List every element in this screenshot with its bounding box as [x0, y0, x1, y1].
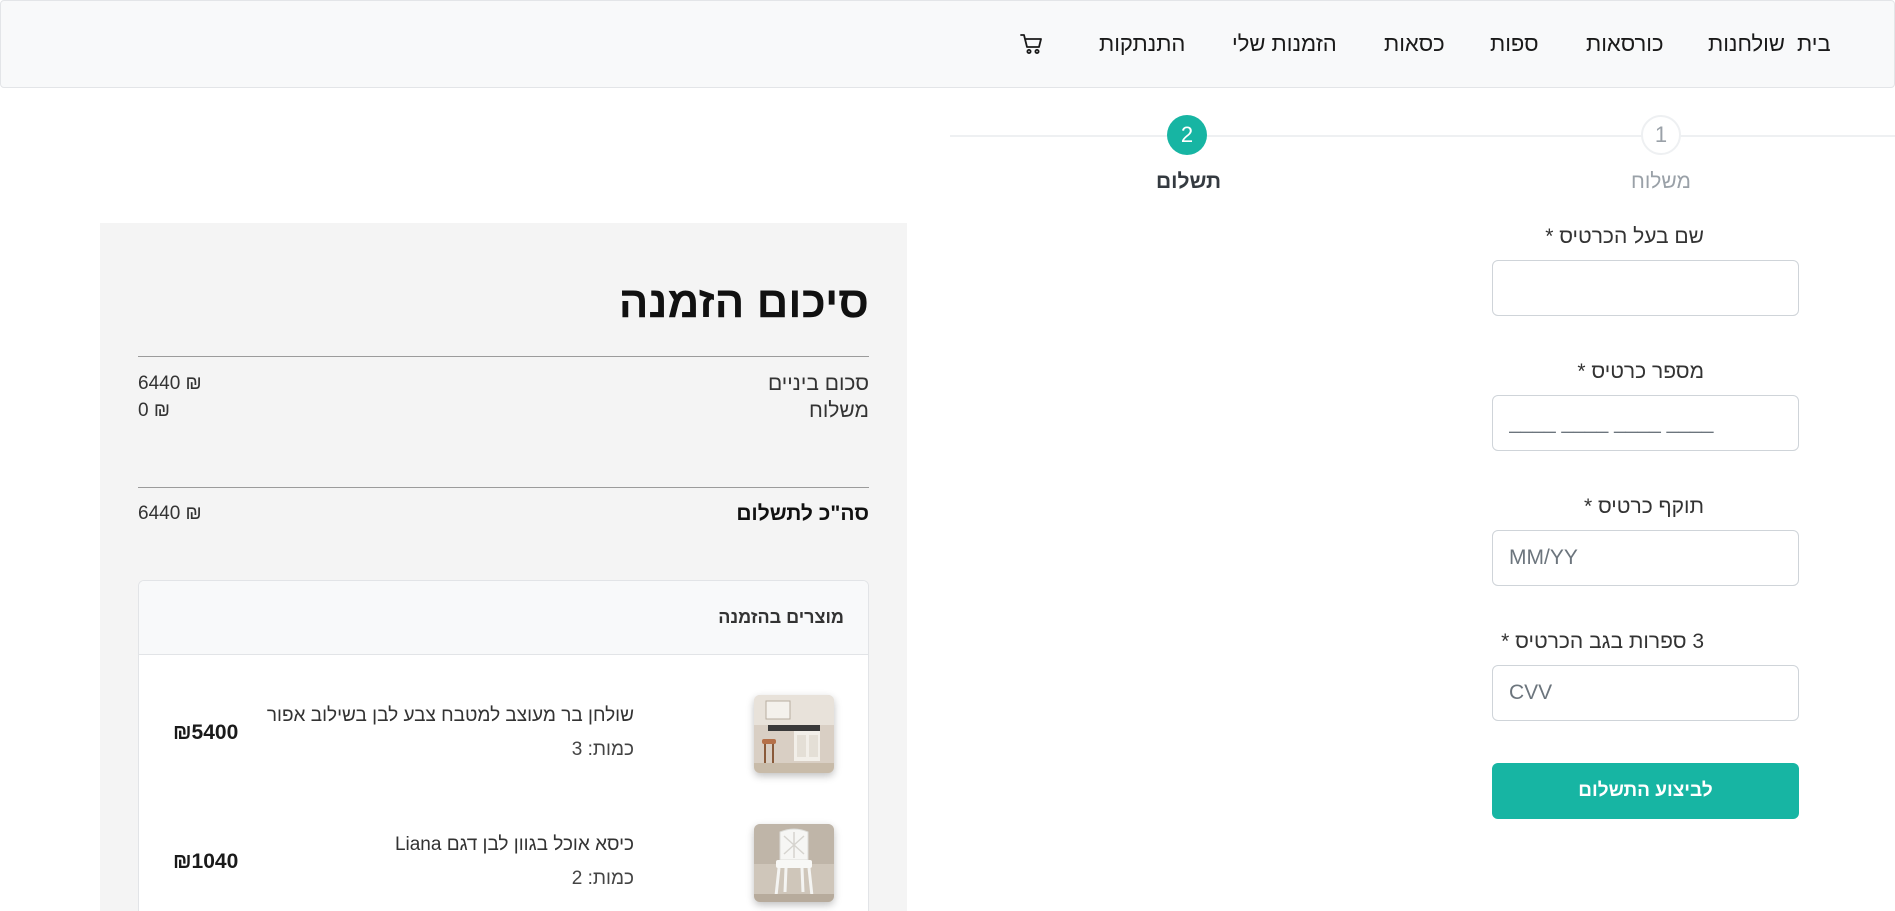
nav-link-chairs[interactable]: כסאות	[1384, 29, 1445, 59]
step-payment-circle: 2	[1167, 115, 1207, 155]
nav-link-my-orders[interactable]: הזמנות שלי	[1232, 29, 1337, 59]
order-item-name: כיסא אוכל בגוון לבן דגם Liana	[394, 834, 634, 855]
order-item: כיסא אוכל בגוון לבן דגם Liana כמות: 2 ₪1…	[139, 824, 868, 911]
order-items-header-text: מוצרים בהזמנה	[718, 607, 844, 627]
submit-payment-button[interactable]: לביצוע התשלום	[1492, 763, 1799, 819]
order-summary-title: סיכום הזמנה	[618, 278, 869, 327]
summary-divider-top	[138, 356, 869, 357]
nav-link-sofas[interactable]: ספות	[1490, 29, 1539, 59]
order-item: שולחן בר מעוצב למטבח צבע לבן בשילוב אפור…	[139, 695, 868, 795]
nav-link-home[interactable]: בית	[1797, 29, 1831, 59]
total-label: סה"כ לתשלום	[736, 502, 869, 525]
top-navbar: בית שולחנות כורסאות ספות כסאות הזמנות של…	[0, 0, 1895, 88]
order-item-quantity: כמות: 3	[571, 739, 634, 760]
subtotal-value: 6440 ₪	[138, 373, 202, 394]
card-expiry-input[interactable]	[1492, 530, 1799, 586]
card-number-label: מספר כרטיס *	[1577, 360, 1704, 383]
total-value: 6440 ₪	[138, 503, 202, 524]
nav-link-armchairs[interactable]: כורסאות	[1586, 29, 1664, 59]
card-expiry-label: תוקף כרטיס *	[1583, 495, 1704, 518]
nav-link-tables[interactable]: שולחנות	[1708, 29, 1785, 59]
bar-table-image	[754, 695, 834, 773]
step-shipping-label: משלוח	[1631, 170, 1691, 193]
shipping-value: 0 ₪	[138, 400, 170, 421]
card-cvv-label: 3 ספרות בגב הכרטיס *	[1501, 630, 1704, 653]
nav-link-logout[interactable]: התנתקות	[1099, 29, 1185, 59]
white-chair-image	[754, 824, 834, 902]
step-payment-label: תשלום	[1156, 170, 1222, 193]
card-holder-input[interactable]	[1492, 260, 1799, 316]
order-item-name: שולחן בר מעוצב למטבח צבע לבן בשילוב אפור	[266, 705, 634, 726]
order-item-price: ₪5400	[173, 721, 239, 744]
order-item-price: ₪1040	[173, 850, 239, 873]
order-summary-panel: סיכום הזמנה סכום ביניים 6440 ₪ משלוח 0 ₪…	[100, 223, 907, 911]
cart-icon[interactable]	[1019, 31, 1045, 57]
card-cvv-input[interactable]	[1492, 665, 1799, 721]
order-items-header: מוצרים בהזמנה	[139, 581, 868, 655]
card-holder-label: שם בעל הכרטיס *	[1545, 225, 1704, 248]
shipping-label: משלוח	[809, 399, 869, 422]
order-item-quantity: כמות: 2	[571, 868, 634, 889]
order-items-card: מוצרים בהזמנה שולחן בר מעוצב למטבח צבע ל…	[138, 580, 869, 911]
subtotal-label: סכום ביניים	[767, 372, 869, 395]
step-shipping-circle: 1	[1641, 115, 1681, 155]
summary-divider-bottom	[138, 487, 869, 488]
card-number-input[interactable]	[1492, 395, 1799, 451]
